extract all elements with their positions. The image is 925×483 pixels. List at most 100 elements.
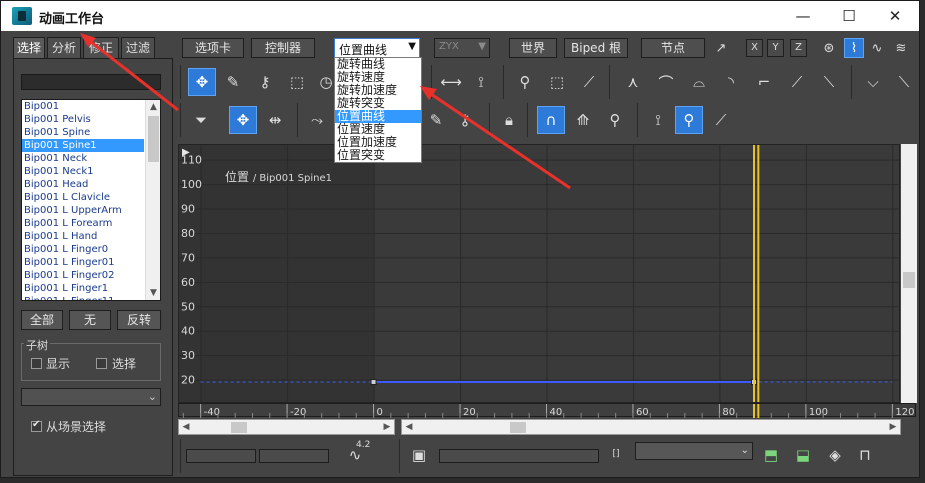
list-item[interactable]: Bip001 Spine — [22, 126, 144, 139]
node-button[interactable]: 节点 — [641, 38, 705, 58]
time-ruler-canvas[interactable]: -40 -20 0 20 40 60 80 100 120 — [179, 404, 917, 418]
menu-item[interactable]: 位置突变 — [335, 149, 421, 162]
set-key-icon[interactable]: ⬒ — [757, 441, 785, 469]
add-key-icon[interactable]: ⚷ — [251, 68, 279, 96]
tangent-smooth-icon[interactable]: ⟍ — [815, 68, 843, 96]
ik-pin-icon[interactable]: ⚲ — [675, 106, 703, 134]
right-horizontal-scrollbar[interactable]: ◀ ▶ — [401, 419, 901, 435]
object-list-scrollbar[interactable]: ▲ ▼ — [145, 100, 160, 300]
scroll-thumb[interactable] — [510, 422, 526, 433]
axis-x-button[interactable]: X — [746, 39, 763, 57]
unlock-icon[interactable]: ⊓ — [851, 441, 879, 469]
list-item[interactable]: Bip001 Pelvis — [22, 113, 144, 126]
left-horizontal-scrollbar[interactable]: ◀ ▶ — [178, 419, 395, 435]
wave-icon[interactable]: ∿ — [867, 38, 887, 58]
key-pin-icon[interactable]: ⚲ — [601, 106, 629, 134]
curve-type-combo[interactable]: 位置曲线 ▼ — [334, 38, 420, 58]
tab-analyze[interactable]: 分析 — [47, 37, 81, 59]
list-item[interactable]: Bip001 Neck1 — [22, 165, 144, 178]
lock-icon[interactable]: 🔒︎ — [495, 106, 523, 134]
orbit-icon[interactable]: ⊛ — [819, 38, 839, 58]
maximize-button[interactable]: ☐ — [827, 4, 871, 28]
show-subtree-checkbox[interactable] — [31, 358, 42, 369]
filter-icon[interactable]: ⏷ — [187, 106, 215, 134]
key-info-icon[interactable]: ▣ — [405, 441, 433, 469]
biped-root-button[interactable]: Biped 根 — [564, 38, 628, 58]
graph-vertical-scrollbar[interactable] — [901, 144, 917, 403]
magnet-icon[interactable]: ∩ — [537, 106, 565, 134]
tangent-custom-icon[interactable]: ⌒ — [652, 68, 680, 96]
move-selection-icon[interactable]: ✥ — [229, 106, 257, 134]
slide-keys-icon[interactable]: ⇹ — [261, 106, 289, 134]
move-keys-icon[interactable]: ✥ — [188, 68, 216, 96]
list-item[interactable]: Bip001 L Finger0 — [22, 243, 144, 256]
draw-curve-icon[interactable]: ✎ — [219, 68, 247, 96]
list-item[interactable]: Bip001 Spine1 — [22, 139, 144, 152]
tangent-step-icon[interactable]: ⌐ — [750, 68, 778, 96]
region-select-icon[interactable]: ⬚ — [283, 68, 311, 96]
axis-z-button[interactable]: Z — [790, 39, 807, 57]
curve-edit-icon[interactable]: ⤳ — [303, 106, 331, 134]
time-field[interactable] — [186, 449, 256, 463]
scroll-up-icon[interactable]: ▲ — [146, 100, 160, 115]
key-delete-icon[interactable]: ⚷ — [451, 106, 479, 134]
tangent-out-icon[interactable]: ⟍ — [890, 68, 918, 96]
scroll-right-icon[interactable]: ▶ — [886, 420, 900, 434]
list-item[interactable]: Bip001 Head — [22, 178, 144, 191]
list-item[interactable]: Bip001 L Finger11 — [22, 295, 144, 300]
scroll-left-icon[interactable]: ◀ — [402, 420, 416, 434]
select-none-button[interactable]: 无 — [69, 310, 111, 330]
rotation-order-combo[interactable]: ZYX ▼ — [434, 38, 490, 58]
paste-key-icon[interactable]: ◈ — [821, 441, 849, 469]
scale-vertical-icon[interactable]: ⟟ — [467, 68, 495, 96]
tangent-in-icon[interactable]: ⌵ — [859, 68, 887, 96]
set-key-alt-icon[interactable]: ⬓ — [789, 441, 817, 469]
noise-wave-icon[interactable]: ≋ — [891, 38, 911, 58]
tangent-linear-icon[interactable]: ⟋ — [783, 68, 811, 96]
pen-edit-icon[interactable]: ✎ — [422, 106, 450, 134]
axis-y-button[interactable]: Y — [767, 39, 784, 57]
controller-button[interactable]: 控制器 — [251, 38, 315, 58]
arrow-diagonal-icon[interactable]: ↗ — [711, 38, 731, 58]
zoom-icon[interactable]: ⚲ — [511, 68, 539, 96]
minimize-button[interactable]: — — [781, 4, 825, 28]
list-item[interactable]: Bip001 L Clavicle — [22, 191, 144, 204]
abc-text-icon[interactable]: [] — [606, 444, 626, 464]
select-all-button[interactable]: 全部 — [21, 310, 63, 330]
curve-graph[interactable]: 110 100 90 80 70 60 50 40 30 20 ▶ 位置 / Bip001 Spin… — [178, 144, 900, 403]
tangent-fast-icon[interactable]: ⌓ — [685, 68, 713, 96]
tangent-slow-icon[interactable]: ◝ — [717, 68, 745, 96]
value-field[interactable] — [259, 449, 329, 463]
scale-horizontal-icon[interactable]: ⟷ — [437, 68, 465, 96]
tangent-auto-icon[interactable]: ⋏ — [619, 68, 647, 96]
list-item[interactable]: Bip001 L Finger1 — [22, 282, 144, 295]
selection-set-dropdown[interactable]: ⌄ — [21, 388, 161, 406]
name-filter-field[interactable] — [21, 74, 161, 90]
scroll-left-icon[interactable]: ◀ — [179, 420, 193, 434]
list-item[interactable]: Bip001 L Finger01 — [22, 256, 144, 269]
object-list[interactable]: Bip001 Bip001 Pelvis Bip001 Spine Bip001 Sp… — [21, 99, 161, 301]
ik-limb-icon[interactable]: ⟟ — [644, 106, 672, 134]
curve-type-menu[interactable]: 旋转曲线 旋转速度 旋转加速度 旋转突变 位置曲线 位置速度 位置加速度 位置突变 — [334, 57, 422, 163]
key-name-field[interactable] — [439, 449, 599, 463]
key-set-combo[interactable]: ⌄ — [635, 442, 753, 460]
zoom-region-icon[interactable]: ⬚ — [543, 68, 571, 96]
tab-button[interactable]: 选项卡 — [182, 38, 244, 58]
list-item[interactable]: Bip001 L Hand — [22, 230, 144, 243]
tab-filter[interactable]: 过滤 — [121, 37, 155, 59]
scroll-right-icon[interactable]: ▶ — [380, 420, 394, 434]
tab-fix[interactable]: 修正 — [83, 37, 119, 59]
list-item[interactable]: Bip001 L UpperArm — [22, 204, 144, 217]
list-item[interactable]: Bip001 L Forearm — [22, 217, 144, 230]
world-button[interactable]: 世界 — [509, 38, 557, 58]
list-item[interactable]: Bip001 Neck — [22, 152, 144, 165]
graph-view-icon[interactable]: ⟰ — [569, 106, 597, 134]
ik-unpin-icon[interactable]: ⟋ — [707, 106, 735, 134]
time-ruler[interactable]: -40 -20 0 20 40 60 80 100 120 — [178, 403, 917, 418]
list-item[interactable]: Bip001 — [22, 100, 144, 113]
graph-vscroll-thumb[interactable] — [903, 272, 915, 288]
scroll-down-icon[interactable]: ▼ — [146, 286, 160, 300]
tab-select[interactable]: 选择 — [13, 37, 45, 59]
curve-fit-icon[interactable]: ⌇ — [844, 38, 864, 58]
close-button[interactable]: ✕ — [873, 4, 917, 28]
